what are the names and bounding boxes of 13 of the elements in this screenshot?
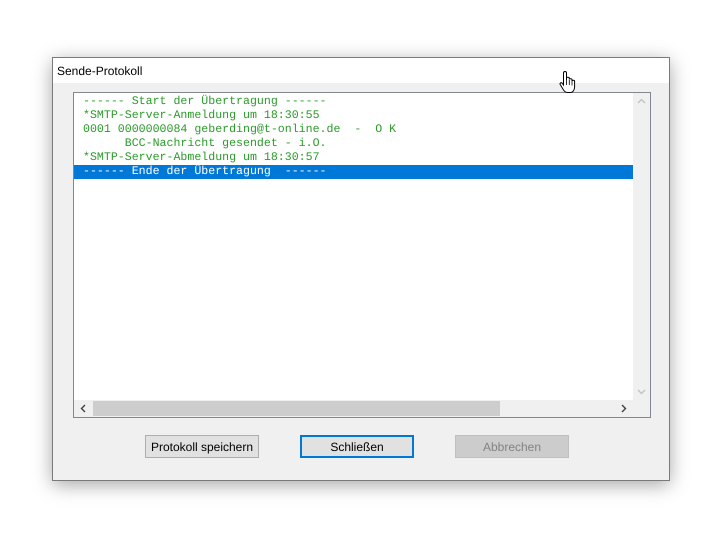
log-list[interactable] [73, 92, 651, 418]
scrollbar-thumb[interactable] [93, 401, 500, 416]
close-button[interactable]: Schließen [300, 435, 414, 458]
log-line[interactable]: 0001 0000000084 geberding@t-online.de - O K [74, 123, 633, 137]
window-title: Sende-Protokoll [53, 58, 669, 83]
scroll-right-icon[interactable] [621, 404, 627, 413]
log-line[interactable]: ------ Start der Übertragung ------ [74, 95, 633, 109]
log-line[interactable]: *SMTP-Server-Anmeldung um 18:30:55 [74, 109, 633, 123]
scroll-left-icon[interactable] [80, 404, 86, 413]
save-button[interactable]: Protokoll speichern [145, 435, 259, 458]
hand-cursor-icon [559, 70, 577, 94]
log-line[interactable]: *SMTP-Server-Abmeldung um 18:30:57 [74, 151, 633, 165]
log-line[interactable]: BCC-Nachricht gesendet - i.O. [74, 137, 633, 151]
